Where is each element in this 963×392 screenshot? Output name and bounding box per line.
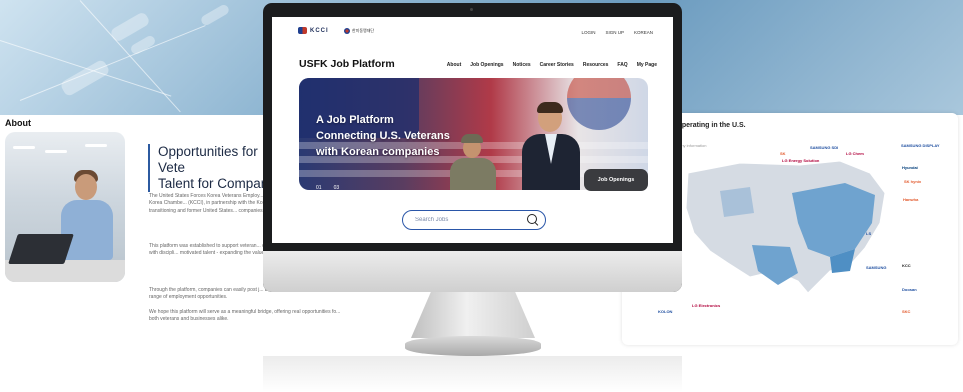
nav-item-faq[interactable]: FAQ bbox=[617, 62, 627, 68]
hero-headline: A Job Platform Connecting U.S. Veterans … bbox=[316, 114, 450, 158]
slide-total: 03 bbox=[333, 185, 340, 190]
about-section-label: About bbox=[5, 118, 31, 128]
slide-pager: 01 03 bbox=[316, 185, 339, 190]
company-logo: LS bbox=[866, 231, 872, 236]
company-logo: KOLON bbox=[658, 309, 673, 314]
monitor-reflection bbox=[263, 356, 682, 392]
company-logo: Hyundai bbox=[902, 165, 918, 170]
us-map-graphic bbox=[685, 160, 886, 294]
company-logo: SK bbox=[780, 151, 786, 156]
search-input[interactable] bbox=[415, 214, 525, 226]
company-logo: LG Energy Solution bbox=[782, 158, 820, 163]
map-title: ...perating in the U.S. bbox=[676, 122, 746, 129]
nav-item-resources[interactable]: Resources bbox=[583, 62, 609, 68]
main-nav: About Job Openings Notices Career Storie… bbox=[447, 62, 657, 68]
search-icon[interactable] bbox=[527, 214, 537, 224]
company-logo: SAMSUNG DISPLAY bbox=[901, 143, 940, 148]
monitor-chin bbox=[263, 251, 682, 292]
search-bar bbox=[402, 210, 546, 230]
nav-item-my-page[interactable]: My Page bbox=[637, 62, 657, 68]
job-openings-button[interactable]: Job Openings bbox=[584, 169, 648, 191]
company-logo: LG Electronics bbox=[692, 303, 721, 308]
nav-item-notices[interactable]: Notices bbox=[513, 62, 531, 68]
sign-up-link[interactable]: SIGN UP bbox=[605, 30, 624, 35]
alliance-foundation-logo[interactable]: 한미동맹재단 bbox=[344, 28, 374, 34]
monitor-stand bbox=[411, 292, 535, 338]
utility-links: LOGIN SIGN UP KOREAN bbox=[581, 30, 653, 35]
company-logo: SAMSUNG SDI bbox=[810, 145, 839, 150]
company-logo: Doosan bbox=[902, 287, 917, 292]
company-logo: KCC bbox=[902, 263, 911, 268]
taegeuk-icon bbox=[344, 28, 350, 34]
nav-item-career-stories[interactable]: Career Stories bbox=[540, 62, 574, 68]
businessman-figure bbox=[522, 102, 580, 190]
monitor-stand-base bbox=[405, 336, 541, 356]
top-utility-bar: KCCI 한미동맹재단 LOGIN SIGN UP KOREAN bbox=[272, 17, 673, 43]
kcci-logo-icon bbox=[298, 27, 307, 34]
login-link[interactable]: LOGIN bbox=[581, 30, 595, 35]
about-paragraph: We hope this platform will serve as a me… bbox=[149, 309, 341, 323]
site-title[interactable]: USFK Job Platform bbox=[299, 58, 395, 70]
office-photo bbox=[5, 132, 125, 282]
kcci-logo[interactable]: KCCI bbox=[298, 27, 329, 34]
company-logo: SKC bbox=[902, 309, 911, 314]
monitor-screen: KCCI 한미동맹재단 LOGIN SIGN UP KOREAN USFK Jo… bbox=[272, 17, 673, 243]
company-logo: LG Chem bbox=[846, 151, 864, 156]
monitor: KCCI 한미동맹재단 LOGIN SIGN UP KOREAN USFK Jo… bbox=[263, 3, 682, 292]
company-logo: SK hynix bbox=[904, 179, 922, 184]
nav-item-about[interactable]: About bbox=[447, 62, 461, 68]
webcam bbox=[470, 8, 473, 11]
company-logo: Hanwha bbox=[903, 197, 919, 202]
language-link[interactable]: KOREAN bbox=[634, 30, 653, 35]
map-subtitle: ...ny information bbox=[678, 143, 707, 148]
slide-current: 01 bbox=[316, 185, 322, 190]
nav-item-job-openings[interactable]: Job Openings bbox=[470, 62, 503, 68]
company-logo: SAMSUNG bbox=[866, 265, 887, 270]
